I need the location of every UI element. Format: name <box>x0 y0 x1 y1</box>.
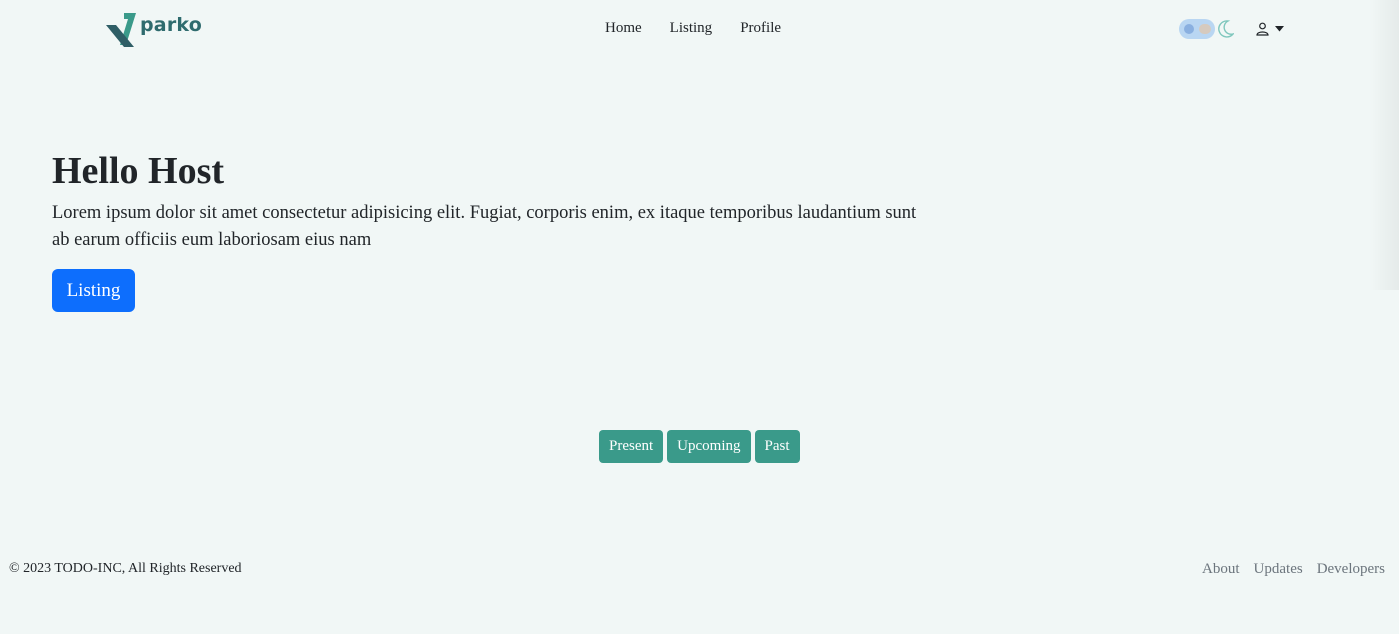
footer-link-about[interactable]: About <box>1202 561 1240 578</box>
brand-link[interactable]: parko <box>106 11 202 47</box>
theme-toggle[interactable] <box>1179 19 1215 39</box>
listing-button[interactable]: Listing <box>52 269 135 312</box>
footer-link-developers[interactable]: Developers <box>1317 561 1385 578</box>
brand-name: parko <box>140 14 202 36</box>
moon-icon <box>1218 20 1234 38</box>
footer-links: About Updates Developers <box>1202 561 1385 578</box>
navbar: parko Home Listing Profile <box>0 0 1399 60</box>
page: parko Home Listing Profile Hello Host Lo… <box>0 0 1399 634</box>
footer-link-updates[interactable]: Updates <box>1254 561 1303 578</box>
user-icon <box>1256 22 1269 36</box>
toggle-track-end <box>1199 24 1211 34</box>
page-title: Hello Host <box>52 150 225 192</box>
filter-present-button[interactable]: Present <box>599 430 664 463</box>
nav-listing[interactable]: Listing <box>670 20 713 37</box>
toggle-knob <box>1184 24 1194 34</box>
nav-profile[interactable]: Profile <box>740 20 781 37</box>
user-menu-dropdown[interactable] <box>1256 22 1284 36</box>
booking-filter-group: Present Upcoming Past <box>599 430 800 463</box>
parko-logo-icon <box>106 13 136 47</box>
caret-down-icon <box>1275 26 1284 32</box>
footer-copyright: © 2023 TODO-INC, All Rights Reserved <box>9 561 242 576</box>
hero-description: Lorem ipsum dolor sit amet consectetur a… <box>52 203 917 250</box>
filter-upcoming-button[interactable]: Upcoming <box>667 430 751 463</box>
main-nav: Home Listing Profile <box>605 20 781 37</box>
filter-past-button[interactable]: Past <box>754 430 800 463</box>
nav-home[interactable]: Home <box>605 20 642 37</box>
